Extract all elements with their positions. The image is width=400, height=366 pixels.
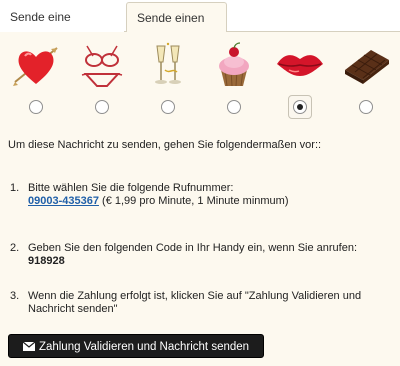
lingerie-icon[interactable]: [77, 40, 127, 90]
step-text: Geben Sie den folgenden Code in Ihr Hand…: [28, 242, 378, 268]
heart-arrow-icon[interactable]: [11, 40, 61, 90]
flirt-radio[interactable]: [95, 100, 109, 114]
step-1: 1. Bitte wählen Sie die folgende Rufnumm…: [10, 182, 380, 224]
payment-code: 918928: [28, 255, 65, 267]
flirt-option: [335, 38, 395, 124]
flirt-option: [203, 38, 263, 124]
step-1-text: Bitte wählen Sie die folgende Rufnummer:: [28, 182, 234, 194]
step-text: Wenn die Zahlung erfolgt ist, klicken Si…: [28, 290, 362, 315]
flirt-options: [0, 38, 400, 124]
instructions-intro: Um diese Nachricht zu senden, gehen Sie …: [8, 139, 322, 151]
step-number: 2.: [10, 242, 20, 254]
flirt-option: [137, 38, 197, 124]
chocolate-icon[interactable]: [341, 40, 391, 90]
step-2: 2. Geben Sie den folgenden Code in Ihr H…: [10, 242, 380, 270]
tab-bar: Sende eine Nachricht Sende einen Flirt: [0, 0, 400, 55]
validate-and-send-button[interactable]: Zahlung Validieren und Nachricht senden: [8, 334, 264, 358]
lips-icon[interactable]: [275, 40, 325, 90]
step-2-text: Geben Sie den folgenden Code in Ihr Hand…: [28, 242, 358, 254]
flirt-radio[interactable]: [161, 100, 175, 114]
flirt-radio[interactable]: [227, 100, 241, 114]
submit-label: Zahlung Validieren und Nachricht senden: [38, 341, 250, 353]
step-3: 3. Wenn die Zahlung erfolgt ist, klicken…: [10, 290, 380, 318]
step-text: Bitte wählen Sie die folgende Rufnummer:…: [28, 182, 378, 208]
envelope-icon: [22, 342, 35, 352]
cupcake-icon[interactable]: [209, 40, 259, 90]
step-number: 3.: [10, 290, 20, 302]
tab-send-flirt[interactable]: Sende einen Flirt: [126, 2, 227, 55]
flirt-option: [71, 38, 131, 124]
step-number: 1.: [10, 182, 20, 194]
champagne-icon[interactable]: [143, 40, 193, 90]
flirt-option: [269, 38, 329, 124]
flirt-radio[interactable]: [293, 100, 307, 114]
flirt-radio[interactable]: [29, 100, 43, 114]
tab-send-message[interactable]: Sende eine Nachricht: [0, 2, 124, 54]
phone-number-link[interactable]: 09003-435367: [28, 195, 99, 207]
flirt-option: [5, 38, 65, 124]
flirt-radio[interactable]: [359, 100, 373, 114]
price-info: (€ 1,99 pro Minute, 1 Minute minmum): [98, 195, 289, 207]
flirt-panel: Um diese Nachricht zu senden, gehen Sie …: [0, 32, 400, 366]
